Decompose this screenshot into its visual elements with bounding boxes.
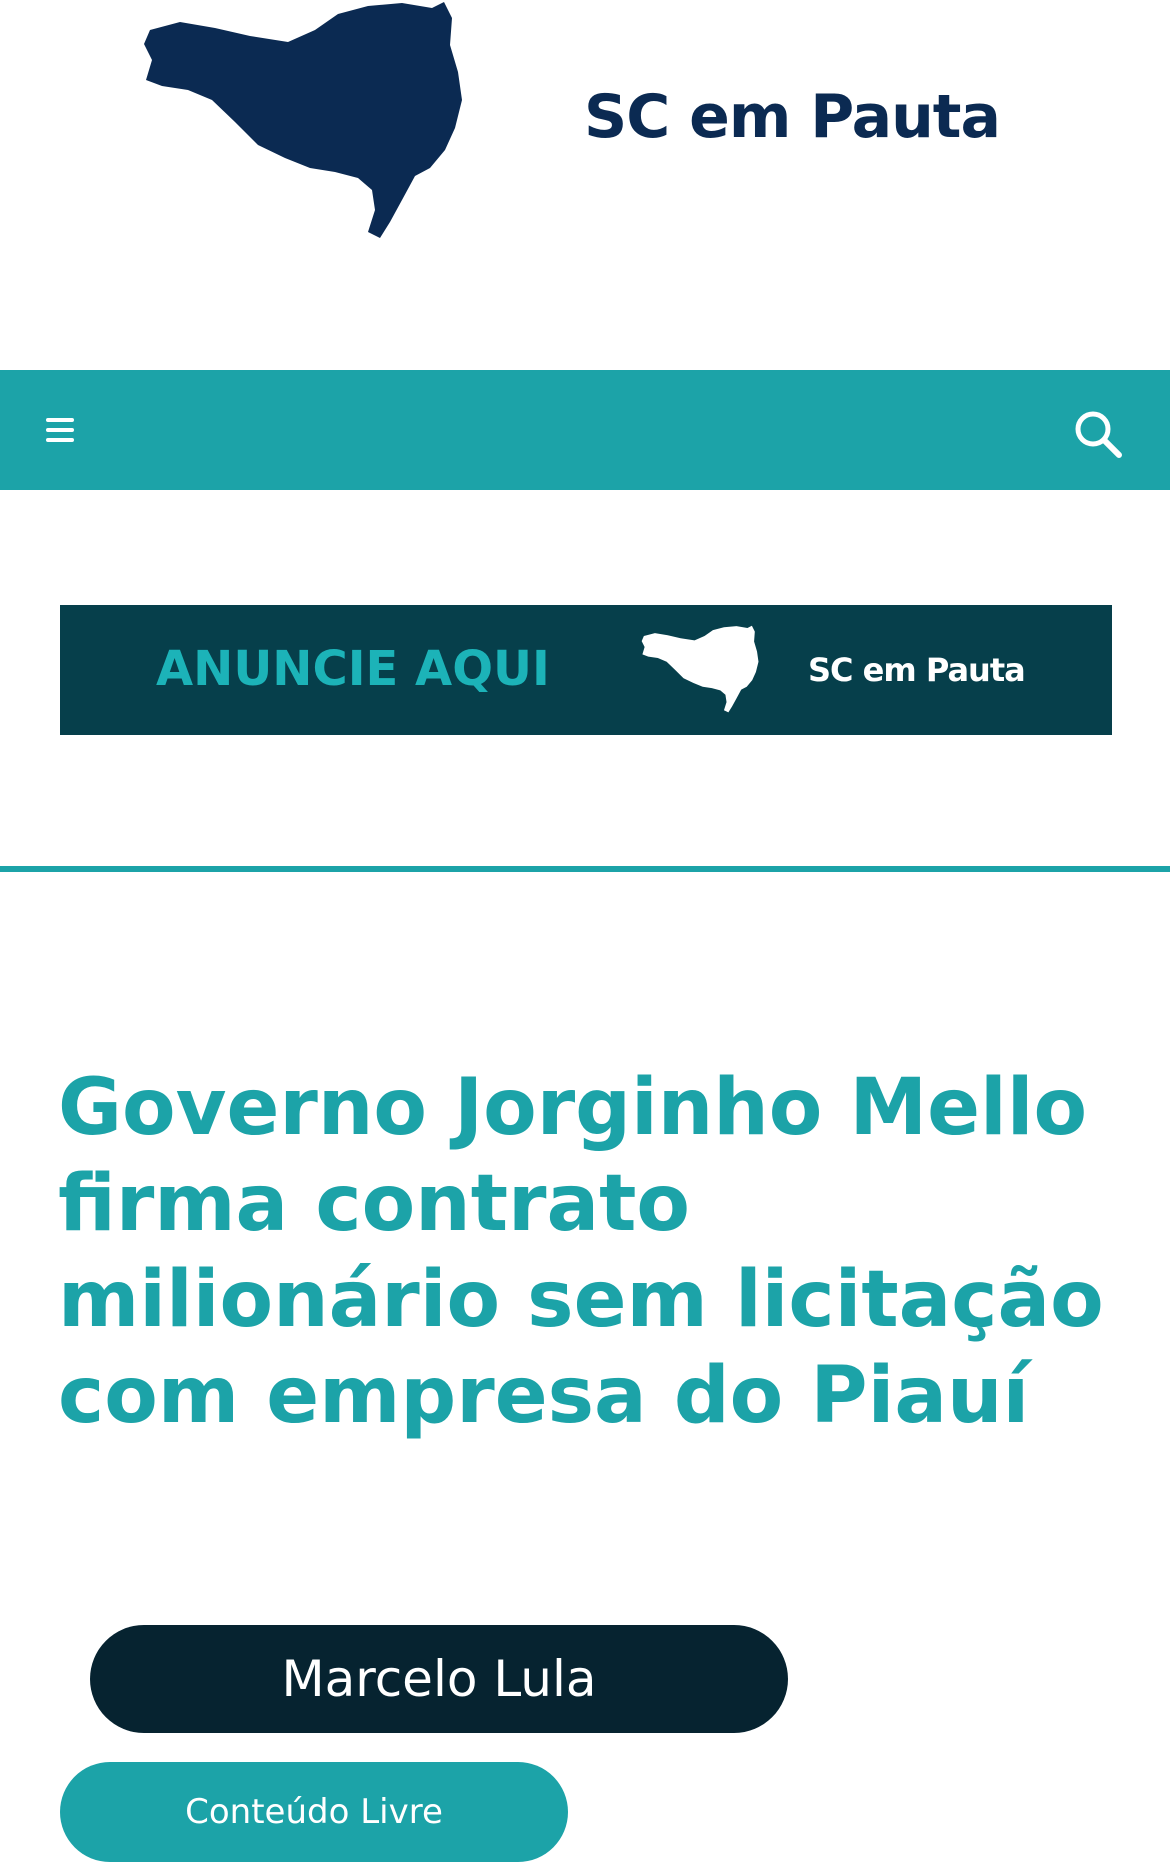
section-divider [0, 866, 1170, 872]
ad-banner-brand: SC em Pauta [808, 651, 1026, 689]
author-button[interactable]: Marcelo Lula [90, 1625, 788, 1733]
ad-map-icon [641, 625, 759, 713]
site-header: SC em Pauta [0, 0, 1170, 370]
category-tag[interactable]: Conteúdo Livre [60, 1762, 568, 1862]
article-title: Governo Jorginho Mello firma contrato mi… [58, 1063, 1104, 1441]
hamburger-menu-icon[interactable] [40, 410, 80, 450]
ad-banner[interactable]: ANUNCIE AQUI SC em Pauta [60, 605, 1112, 735]
search-icon[interactable] [1070, 406, 1126, 462]
nav-bar [0, 370, 1170, 490]
santa-catarina-map-icon[interactable] [140, 0, 520, 245]
site-name[interactable]: SC em Pauta [584, 82, 1001, 152]
ad-banner-text: ANUNCIE AQUI [156, 641, 550, 697]
